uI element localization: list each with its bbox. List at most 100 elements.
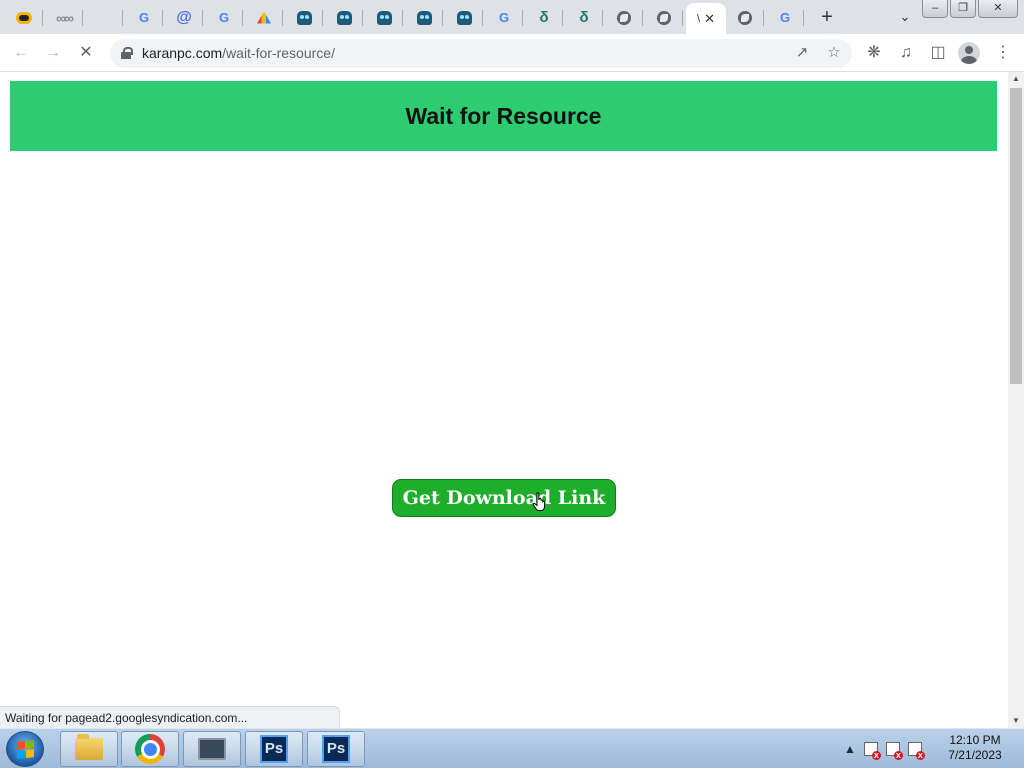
seal-icon: δ — [579, 8, 589, 26]
tab-separator — [522, 10, 523, 26]
browser-tab[interactable]: ∞∞ — [45, 3, 83, 32]
browser-tab[interactable] — [445, 3, 483, 32]
stop-loading-icon[interactable]: ✕ — [73, 40, 99, 66]
profile-avatar-icon[interactable] — [958, 42, 980, 64]
browser-tab[interactable] — [285, 3, 323, 32]
microsoft-icon — [97, 10, 112, 25]
tab-separator — [763, 10, 764, 26]
window-controls: – ❐ ✕ — [922, 0, 1018, 18]
browser-tab[interactable] — [605, 3, 643, 32]
chrome-icon — [135, 734, 165, 764]
active-browser-tab[interactable]: \ ✕ — [686, 3, 726, 34]
back-arrow-icon[interactable]: ← — [8, 40, 34, 66]
tab-separator — [602, 10, 603, 26]
close-window-button[interactable]: ✕ — [978, 0, 1018, 18]
tab-strip: + ⌄ – ❐ ✕ ∞∞ G @ G Gδ δ \ ✕ G — [0, 0, 1024, 34]
game-controller-icon — [16, 11, 32, 24]
page-viewport: Wait for Resource Get Download Link Wait… — [0, 72, 1008, 728]
tab-separator — [362, 10, 363, 26]
clock-time: 12:10 PM — [949, 733, 1001, 747]
scrollbar-thumb[interactable] — [1010, 88, 1022, 384]
tab-separator — [482, 10, 483, 26]
robot-icon — [416, 10, 432, 25]
at-sign-icon: @ — [176, 8, 192, 26]
google-icon: G — [498, 9, 510, 25]
browser-tab[interactable]: G — [205, 3, 243, 32]
url-path: /wait-for-resource/ — [222, 45, 335, 61]
get-download-link-button[interactable]: Get Download Link — [392, 479, 616, 517]
forward-arrow-icon[interactable]: → — [40, 40, 66, 66]
side-panel-icon[interactable]: ◫ — [925, 40, 951, 66]
browser-tab[interactable]: G — [125, 3, 163, 32]
minimize-button[interactable]: – — [922, 0, 948, 18]
taskbar-photoshop-2[interactable]: Ps — [307, 731, 365, 767]
robot-icon — [336, 10, 352, 25]
address-bar[interactable]: karanpc.com/wait-for-resource/ ↗ ☆ — [110, 39, 852, 68]
tab-separator — [442, 10, 443, 26]
browser-tab[interactable] — [5, 3, 43, 32]
url-text[interactable]: karanpc.com/wait-for-resource/ — [142, 39, 335, 68]
vertical-scrollbar[interactable]: ▲ ▼ — [1008, 72, 1024, 728]
browser-tab[interactable] — [405, 3, 443, 32]
scroll-up-arrow-icon[interactable]: ▲ — [1008, 72, 1024, 86]
taskbar-chrome[interactable] — [121, 731, 179, 767]
clock-date: 7/21/2023 — [948, 748, 1002, 762]
extensions-puzzle-icon[interactable]: ❋ — [861, 40, 887, 66]
taskbar-clock[interactable]: 12:10 PM 7/21/2023 — [940, 733, 1010, 763]
new-tab-button[interactable]: + — [815, 5, 839, 29]
browser-tab[interactable] — [325, 3, 363, 32]
bookmark-star-icon[interactable]: ☆ — [822, 41, 846, 65]
share-icon[interactable]: ↗ — [790, 41, 814, 65]
browser-tab[interactable] — [245, 3, 283, 32]
taskbar-photoshop-1[interactable]: Ps — [245, 731, 303, 767]
tab-close-icon[interactable]: ✕ — [704, 11, 715, 27]
browser-tab[interactable] — [365, 3, 403, 32]
browser-tab[interactable] — [85, 3, 123, 32]
tab-separator — [642, 10, 643, 26]
volume-muted-icon[interactable] — [907, 742, 925, 760]
browser-toolbar: ← → ✕ karanpc.com/wait-for-resource/ ↗ ☆… — [0, 34, 1024, 72]
taskbar-explorer[interactable] — [60, 731, 118, 767]
media-control-icon[interactable]: ♫ — [893, 40, 919, 66]
globe-icon — [738, 10, 752, 25]
hand-cursor-icon — [532, 492, 546, 512]
scroll-down-arrow-icon[interactable]: ▼ — [1008, 714, 1024, 728]
restore-button[interactable]: ❐ — [950, 0, 976, 18]
show-hidden-icons-arrow-icon[interactable]: ▲ — [844, 742, 856, 756]
browser-tab[interactable]: G — [485, 3, 523, 32]
tab-search-chevron-icon[interactable]: ⌄ — [893, 5, 917, 29]
windows-taskbar: Ps Ps ▲ 12:10 PM 7/21/2023 — [0, 728, 1024, 768]
robot-icon — [296, 10, 312, 25]
globe-icon — [657, 10, 671, 25]
browser-tab[interactable]: δ — [565, 3, 603, 32]
browser-tab[interactable] — [726, 3, 764, 32]
url-domain: karanpc.com — [142, 45, 223, 61]
robot-icon — [456, 10, 472, 25]
browser-tab[interactable]: G — [766, 3, 804, 32]
tab-separator — [82, 10, 83, 26]
active-tab-title: \ — [697, 12, 701, 25]
browser-tab[interactable]: @ — [165, 3, 203, 32]
photoshop-icon: Ps — [260, 735, 288, 763]
lock-icon[interactable] — [121, 47, 133, 59]
page-title: Wait for Resource — [405, 102, 602, 129]
menu-kebab-icon[interactable]: ⋮ — [990, 40, 1016, 66]
action-center-flag-icon[interactable] — [863, 742, 881, 760]
tab-separator — [322, 10, 323, 26]
seal-icon: δ — [539, 8, 549, 26]
tab-separator — [202, 10, 203, 26]
google-icon: G — [218, 9, 230, 25]
tab-separator — [122, 10, 123, 26]
tab-separator — [42, 10, 43, 26]
network-icon[interactable] — [885, 742, 903, 760]
browser-tab[interactable] — [645, 3, 683, 32]
taskbar-monitor[interactable] — [183, 731, 241, 767]
browser-tab[interactable]: δ — [525, 3, 563, 32]
tab-separator — [682, 10, 683, 26]
start-button[interactable] — [6, 731, 44, 767]
robot-icon — [376, 10, 392, 25]
globe-icon — [617, 10, 631, 25]
loading-status-bubble: Waiting for pagead2.googlesyndication.co… — [0, 706, 340, 728]
tab-separator — [803, 10, 804, 26]
tab-separator — [402, 10, 403, 26]
